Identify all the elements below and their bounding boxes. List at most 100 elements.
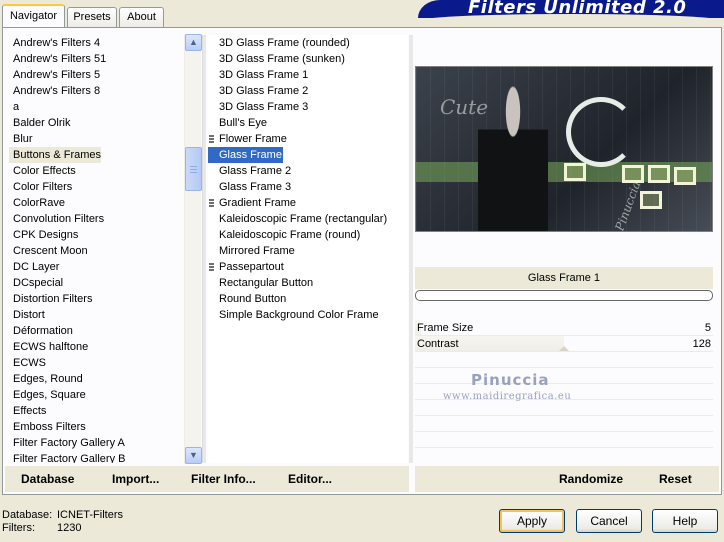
parameter-list: Frame Size 5 Contrast 128 [415,320,713,448]
filter-item-label: Flower Frame [219,133,287,145]
editor-button[interactable]: Editor... [288,472,332,486]
category-item[interactable]: Buttons & Frames [9,147,101,163]
filter-item[interactable]: Glass Frame 3 [208,179,408,195]
param-row[interactable]: Contrast 128 [415,336,713,352]
category-item[interactable]: Distortion Filters [9,291,185,307]
param-label: Contrast [417,338,459,350]
scroll-up-button[interactable]: ▲ [185,34,202,51]
filter-item-label: 3D Glass Frame 2 [219,85,309,97]
help-button[interactable]: Help [652,509,718,533]
category-list[interactable]: Andrew's Filters 4 Andrew's Filters 51 And… [9,35,185,463]
category-item[interactable]: Distort [9,307,185,323]
filter-item[interactable]: Bull's Eye [208,115,408,131]
category-item[interactable]: ECWS [9,355,185,371]
bottom-toolbar: Database Import... Filter Info... Editor… [5,466,719,492]
tab-presets[interactable]: Presets [67,7,117,28]
filter-item[interactable]: 3D Glass Frame 1 [208,67,408,83]
param-empty-row [415,400,713,416]
filter-item-label: Mirrored Frame [219,245,295,257]
filter-item-label: Round Button [219,293,287,305]
param-empty-row [415,368,713,384]
watermark-title: Pinuccia [471,371,550,389]
database-button[interactable]: Database [21,472,74,486]
filter-item[interactable]: 3D Glass Frame (sunken) [208,51,408,67]
brand-title: Filters Unlimited 2.0 [468,0,687,18]
filter-item-label: 3D Glass Frame 3 [219,101,309,113]
filter-item[interactable]: Kaleidoscopic Frame (rectangular) [208,211,408,227]
param-row[interactable]: Frame Size 5 [415,320,713,336]
preview-divider [409,35,413,463]
filter-item[interactable]: Mirrored Frame [208,243,408,259]
category-item[interactable]: Andrew's Filters 8 [9,83,185,99]
param-value: 128 [692,338,711,350]
category-item[interactable]: Filter Factory Gallery B [9,451,185,463]
filter-item-label: Simple Background Color Frame [219,309,379,321]
category-item[interactable]: Andrew's Filters 51 [9,51,185,67]
preview-swirl [566,97,636,167]
import-button[interactable]: Import... [112,472,159,486]
category-item[interactable]: Déformation [9,323,185,339]
category-item[interactable]: Andrew's Filters 4 [9,35,185,51]
filter-item[interactable]: Gradient Frame [208,195,408,211]
filter-item-label: 3D Glass Frame 1 [219,69,309,81]
scroll-down-button[interactable]: ▼ [185,447,202,464]
filter-item-label: Kaleidoscopic Frame (round) [219,229,361,241]
filter-item-label: Gradient Frame [219,197,297,209]
category-item[interactable]: Color Effects [9,163,185,179]
filter-item-label: 3D Glass Frame (rounded) [219,37,350,49]
filter-item[interactable]: Flower Frame [208,131,408,147]
category-item[interactable]: CPK Designs [9,227,185,243]
reset-button[interactable]: Reset [659,472,692,486]
param-empty-row [415,432,713,448]
filter-item-label: Glass Frame 3 [219,181,292,193]
category-item[interactable]: a [9,99,185,115]
filter-item[interactable]: Glass Frame 1 [208,147,291,163]
category-item[interactable]: Effects [9,403,185,419]
category-item[interactable]: Crescent Moon [9,243,185,259]
filter-item[interactable]: 3D Glass Frame 2 [208,83,408,99]
category-item[interactable]: DC Layer [9,259,185,275]
filter-item[interactable]: Simple Background Color Frame [208,307,408,323]
category-item[interactable]: Convolution Filters [9,211,185,227]
filter-item[interactable]: Round Button [208,291,408,307]
filter-item[interactable]: Rectangular Button [208,275,408,291]
scroll-thumb[interactable] [185,147,202,191]
filter-title: Glass Frame 1 [415,267,713,289]
tab-navigator[interactable]: Navigator [2,4,65,29]
database-label: Database: [2,509,53,521]
filters-label: Filters: [2,522,35,534]
category-item[interactable]: ColorRave [9,195,185,211]
category-item[interactable]: Andrew's Filters 5 [9,67,185,83]
category-item[interactable]: DCspecial [9,275,185,291]
database-value: ICNET-Filters [57,509,123,521]
filter-item[interactable]: Glass Frame 2 [208,163,408,179]
cancel-button[interactable]: Cancel [576,509,642,533]
brand-banner: Filters Unlimited 2.0 [418,0,724,18]
filter-item[interactable]: Passepartout [208,259,408,275]
param-label: Frame Size [417,322,474,334]
filter-item[interactable]: Kaleidoscopic Frame (round) [208,227,408,243]
filter-item-label: Bull's Eye [219,117,267,129]
filter-info-button[interactable]: Filter Info... [191,472,256,486]
category-item[interactable]: Edges, Square [9,387,185,403]
apply-button[interactable]: Apply [499,509,565,533]
preview-image: Cute Pinuccia [415,66,713,232]
filter-item[interactable]: 3D Glass Frame 3 [208,99,408,115]
category-item[interactable]: Balder Olrik [9,115,185,131]
param-empty-row [415,352,713,368]
randomize-button[interactable]: Randomize [559,472,623,486]
category-item[interactable]: Edges, Round [9,371,185,387]
filter-item-label: Glass Frame 2 [219,165,292,177]
category-item[interactable]: Filter Factory Gallery A [9,435,185,451]
category-item[interactable]: ECWS halftone [9,339,185,355]
filter-list[interactable]: 3D Glass Frame (rounded) 3D Glass Frame (… [208,35,408,463]
navigator-panel: Andrew's Filters 4 Andrew's Filters 51 And… [2,27,722,495]
category-item[interactable]: Blur [9,131,185,147]
category-item[interactable]: Color Filters [9,179,185,195]
preview-figure [478,85,548,231]
category-item[interactable]: Emboss Filters [9,419,185,435]
category-scrollbar[interactable]: ▲ ▼ [184,34,202,464]
tab-about[interactable]: About [119,7,164,28]
param-value: 5 [704,322,711,334]
filter-item[interactable]: 3D Glass Frame (rounded) [208,35,408,51]
